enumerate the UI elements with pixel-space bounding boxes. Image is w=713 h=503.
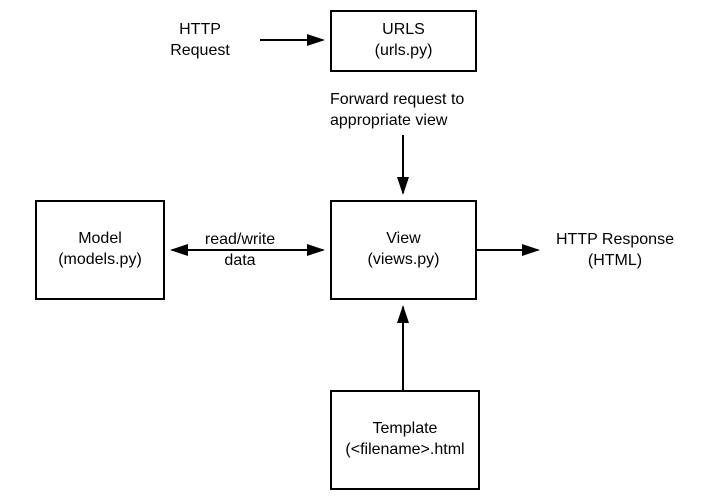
http-request-line2: Request <box>160 41 240 62</box>
http-request-line1: HTTP <box>160 20 240 41</box>
urls-title: URLS <box>382 20 425 41</box>
readwrite-line2: data <box>195 251 285 272</box>
http-response-label: HTTP Response (HTML) <box>545 230 685 272</box>
template-subtitle: (<filename>.html <box>345 440 464 461</box>
model-box: Model (models.py) <box>35 200 165 300</box>
urls-box: URLS (urls.py) <box>330 10 477 72</box>
view-title: View <box>386 229 420 250</box>
urls-subtitle: (urls.py) <box>375 41 433 62</box>
forward-label: Forward request to appropriate view <box>330 90 510 132</box>
readwrite-label: read/write data <box>195 230 285 272</box>
http-response-line2: (HTML) <box>545 251 685 272</box>
forward-line1: Forward request to <box>330 90 510 111</box>
template-box: Template (<filename>.html <box>330 390 480 490</box>
readwrite-line1: read/write <box>195 230 285 251</box>
model-subtitle: (models.py) <box>58 250 142 271</box>
template-title: Template <box>373 419 438 440</box>
http-request-label: HTTP Request <box>160 20 240 62</box>
forward-line2: appropriate view <box>330 111 510 132</box>
model-title: Model <box>78 229 122 250</box>
view-subtitle: (views.py) <box>367 250 439 271</box>
view-box: View (views.py) <box>330 200 477 300</box>
http-response-line1: HTTP Response <box>545 230 685 251</box>
